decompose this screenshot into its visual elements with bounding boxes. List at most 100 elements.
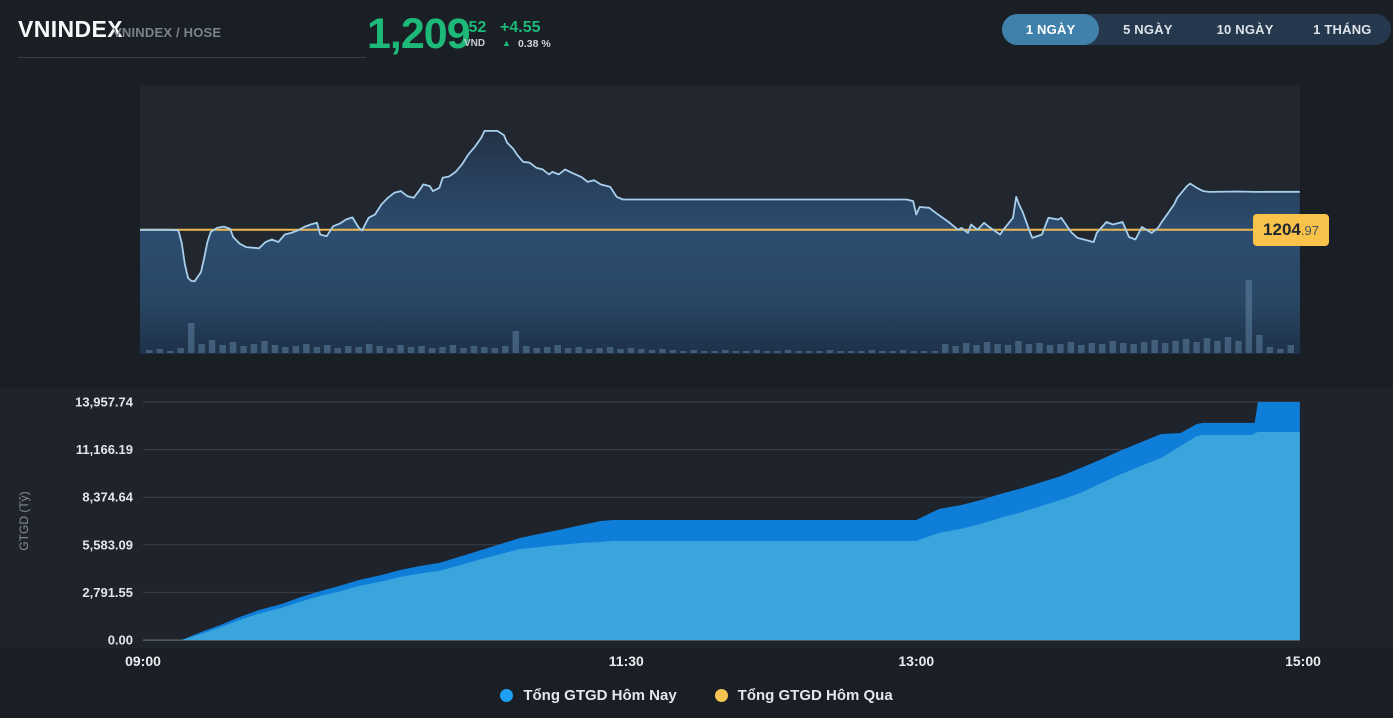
volume-bar — [983, 342, 991, 353]
volume-bar — [617, 349, 624, 353]
volume-bar — [250, 344, 258, 353]
volume-bar — [795, 351, 802, 353]
volume-bar — [742, 351, 750, 353]
volume-bar — [177, 348, 184, 353]
volume-bar — [334, 348, 341, 353]
volume-bar — [355, 347, 362, 353]
volume-bar — [585, 349, 593, 353]
volume-bar — [973, 345, 980, 353]
volume-bar — [544, 347, 551, 353]
y-axis-tick-label: 0.00 — [108, 633, 133, 648]
volume-bar — [1088, 343, 1095, 353]
volume-bar — [439, 347, 446, 353]
volume-bar — [606, 347, 614, 353]
volume-bar — [303, 344, 310, 353]
volume-bar — [146, 350, 153, 353]
volume-bar — [1120, 343, 1127, 353]
volume-bar — [1256, 335, 1263, 353]
y-axis-tick-label: 13,957.74 — [75, 395, 134, 410]
volume-bar — [1214, 341, 1221, 353]
currency-label: VND — [464, 38, 486, 49]
index-price-decimals: .52 — [464, 19, 487, 36]
charts-canvas: 0.00 2,791.55 5,583.09 8,374.64 11,166.19 13,… — [0, 85, 1393, 669]
volume-bar — [1046, 345, 1054, 353]
volume-bar — [261, 341, 268, 353]
volume-bar — [774, 351, 781, 353]
volume-bar — [1140, 342, 1148, 353]
volume-bar — [837, 351, 844, 353]
volume-bar — [868, 350, 876, 353]
volume-bar — [156, 349, 163, 353]
volume-bar — [1067, 342, 1075, 353]
volume-bar — [732, 351, 739, 353]
legend-item-hom-nay[interactable]: Tổng GTGD Hôm Nay — [500, 687, 677, 704]
tab-10-ngay[interactable]: 10 NGÀY — [1197, 14, 1294, 45]
volume-bar — [1015, 341, 1022, 353]
volume-bar — [1287, 345, 1294, 353]
volume-bar — [1235, 341, 1242, 353]
volume-bar — [166, 351, 174, 353]
volume-bar — [1109, 341, 1116, 353]
volume-bar — [460, 348, 467, 353]
volume-bar — [1130, 344, 1137, 353]
up-arrow-icon: ▲ — [502, 38, 511, 48]
volume-bar — [219, 345, 226, 353]
chart-legend: Tổng GTGD Hôm Nay Tổng GTGD Hôm Qua — [0, 687, 1393, 704]
volume-bar — [418, 346, 425, 353]
volume-bar — [386, 348, 394, 353]
volume-bar — [847, 351, 855, 353]
legend-label-hom-nay: Tổng GTGD Hôm Nay — [523, 687, 677, 704]
volume-bar — [669, 350, 677, 353]
volume-bar — [627, 348, 635, 353]
volume-bar — [994, 344, 1001, 353]
volume-bar — [187, 323, 195, 353]
volume-bar — [1161, 343, 1169, 353]
header-divider — [18, 57, 366, 58]
reference-price-main: 1204 — [1263, 220, 1301, 239]
volume-bar — [921, 351, 928, 353]
volume-bar — [449, 345, 457, 353]
y-axis-title: GTGD (Tỷ) — [17, 491, 31, 550]
index-price-value: 1,209 — [367, 10, 471, 58]
tab-1-ngay[interactable]: 1 NGÀY — [1002, 14, 1100, 45]
volume-bar — [554, 345, 561, 353]
volume-bar — [680, 351, 687, 353]
volume-bar — [397, 345, 404, 353]
volume-bar — [491, 348, 499, 353]
volume-bar — [763, 351, 771, 353]
x-axis-tick-label: 15:00 — [1285, 653, 1321, 669]
volume-bar — [292, 346, 300, 353]
volume-bar — [1025, 344, 1033, 353]
tab-5-ngay[interactable]: 5 NGÀY — [1099, 14, 1196, 45]
volume-bar — [910, 351, 917, 353]
volume-bar — [282, 347, 289, 353]
volume-bar — [564, 348, 572, 353]
volume-bar — [1245, 280, 1253, 353]
volume-bar — [931, 351, 938, 353]
volume-bar — [784, 350, 792, 353]
volume-bar — [407, 347, 415, 353]
volume-bar — [816, 351, 823, 353]
y-axis-tick-label: 8,374.64 — [82, 490, 133, 505]
volume-bar — [271, 345, 279, 353]
volume-bar — [1266, 347, 1274, 353]
volume-bar — [1203, 338, 1211, 353]
y-axis-tick-label: 11,166.19 — [76, 442, 133, 457]
reference-price-badge: 1204.97 — [1253, 214, 1329, 246]
volume-bar — [1036, 343, 1043, 353]
volume-bar — [313, 347, 321, 353]
legend-item-hom-qua[interactable]: Tổng GTGD Hôm Qua — [714, 687, 893, 704]
volume-bar — [1099, 344, 1106, 353]
price-change-percent: 0.38 % — [518, 38, 551, 50]
volume-bar — [575, 347, 582, 353]
tab-1-thang[interactable]: 1 THÁNG — [1294, 14, 1391, 45]
x-axis-tick-label: 09:00 — [125, 653, 161, 669]
timeframe-tabs: 1 NGÀY 5 NGÀY 10 NGÀY 1 THÁNG — [1002, 14, 1391, 45]
volume-bar — [502, 346, 509, 353]
volume-bar — [659, 349, 666, 353]
volume-bar — [365, 344, 373, 353]
volume-bar — [1224, 337, 1232, 353]
volume-bar — [208, 340, 216, 353]
volume-bar — [428, 348, 436, 353]
volume-bar — [879, 351, 886, 353]
